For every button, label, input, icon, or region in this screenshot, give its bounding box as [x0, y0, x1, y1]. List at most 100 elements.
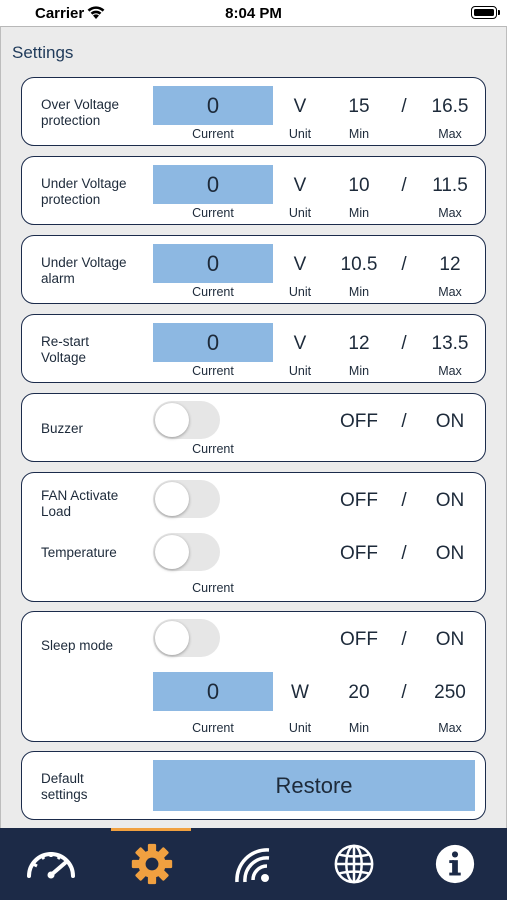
buzzer-on-label: ON: [435, 411, 465, 432]
over-voltage-max: 16.5: [431, 96, 469, 117]
under-voltage-unit: V: [293, 175, 307, 196]
buzzer-separator: /: [401, 411, 407, 432]
unit-caption: Unit: [288, 364, 312, 378]
sleep-mode-max: 250: [434, 682, 466, 703]
under-voltage-max: 11.5: [432, 175, 468, 196]
over-voltage-label: Over Voltage protection: [41, 97, 120, 128]
current-caption: Current: [192, 721, 234, 735]
unit-caption: Unit: [288, 206, 312, 220]
globe-icon: [334, 844, 373, 884]
max-caption: Max: [438, 721, 462, 735]
fan-card: FAN Activate Load OFF / ON Temperature O…: [21, 472, 486, 602]
under-voltage-card: Under Voltage protection 0 V 10 / 11.5 C…: [21, 156, 486, 225]
tab-wireless[interactable]: [202, 828, 303, 900]
max-caption: Max: [438, 285, 462, 299]
buzzer-label: Buzzer: [41, 421, 84, 436]
toggle-knob: [155, 535, 189, 569]
unit-caption: Unit: [288, 285, 312, 299]
signal-icon: [234, 848, 269, 883]
sleep-mode-separator: /: [401, 629, 407, 650]
under-voltage-current-value[interactable]: 0: [153, 165, 273, 204]
under-voltage-min: 10: [348, 175, 370, 196]
current-caption: Current: [192, 581, 234, 595]
under-voltage-separator: /: [401, 175, 407, 196]
sleep-mode-label: Sleep mode: [41, 638, 114, 653]
fan-temperature-separator: /: [401, 543, 407, 564]
under-voltage-alarm-label: Under Voltage alarm: [41, 255, 127, 286]
fan-temperature-on-label: ON: [435, 543, 465, 564]
toggle-knob: [155, 403, 189, 437]
restart-voltage-min: 12: [348, 333, 370, 354]
min-caption: Min: [348, 206, 370, 220]
fan-load-separator: /: [401, 490, 407, 511]
speedometer-icon: [26, 852, 75, 879]
sleep-mode-on-label: ON: [435, 629, 465, 650]
fan-load-off-label: OFF: [340, 490, 378, 511]
restart-voltage-max: 13.5: [431, 333, 469, 354]
current-caption: Current: [192, 285, 234, 299]
sleep-mode-toggle[interactable]: [153, 619, 220, 657]
default-settings-label: Default settings: [41, 771, 88, 802]
under-voltage-alarm-separator: /: [401, 254, 407, 275]
current-caption: Current: [192, 364, 234, 378]
min-caption: Min: [348, 721, 370, 735]
restart-voltage-separator: /: [401, 333, 407, 354]
sleep-mode-off-label: OFF: [340, 629, 378, 650]
under-voltage-alarm-current-value[interactable]: 0: [153, 244, 273, 283]
buzzer-toggle[interactable]: [153, 401, 220, 439]
default-settings-card: Default settings Restore: [21, 751, 486, 820]
restart-voltage-card: Re-start Voltage 0 V 12 / 13.5 Current U…: [21, 314, 486, 383]
fan-temperature-label: Temperature: [41, 545, 117, 560]
fan-load-label: FAN Activate Load: [41, 488, 119, 519]
restore-button[interactable]: Restore: [153, 760, 475, 811]
current-caption: Current: [192, 127, 234, 141]
restart-voltage-unit: V: [293, 333, 307, 354]
fan-temperature-toggle[interactable]: [153, 533, 220, 571]
sleep-mode-unit: W: [291, 682, 309, 703]
buzzer-off-label: OFF: [340, 411, 378, 432]
fan-load-on-label: ON: [435, 490, 465, 511]
current-caption: Current: [192, 442, 234, 456]
under-voltage-alarm-max: 12: [439, 254, 461, 275]
sleep-mode-value-separator: /: [401, 682, 407, 703]
page-title: Settings: [12, 43, 74, 62]
tab-settings[interactable]: [101, 828, 202, 900]
fan-load-toggle[interactable]: [153, 480, 220, 518]
tab-bar: [0, 828, 507, 900]
min-caption: Min: [348, 364, 370, 378]
toggle-knob: [155, 482, 189, 516]
gear-icon: [131, 843, 172, 885]
fan-temperature-off-label: OFF: [340, 543, 378, 564]
over-voltage-min: 15: [348, 96, 370, 117]
battery-icon: [471, 6, 500, 19]
tab-web[interactable]: [303, 828, 404, 900]
toggle-knob: [155, 621, 189, 655]
under-voltage-alarm-unit: V: [293, 254, 307, 275]
restart-voltage-current-value[interactable]: 0: [153, 323, 273, 362]
clock: 8:04 PM: [225, 5, 282, 22]
restart-voltage-label: Re-start Voltage: [41, 334, 90, 365]
tab-info[interactable]: [404, 828, 505, 900]
over-voltage-current-value[interactable]: 0: [153, 86, 273, 125]
sleep-mode-card: Sleep mode OFF / ON 0 W 20 / 250 Current…: [21, 611, 486, 742]
unit-caption: Unit: [288, 127, 312, 141]
sleep-mode-min: 20: [348, 682, 370, 703]
buzzer-card: Buzzer OFF / ON Current: [21, 393, 486, 462]
min-caption: Min: [348, 285, 370, 299]
max-caption: Max: [438, 364, 462, 378]
current-caption: Current: [192, 206, 234, 220]
over-voltage-card: Over Voltage protection 0 V 15 / 16.5 Cu…: [21, 77, 486, 146]
sleep-mode-current-value[interactable]: 0: [153, 672, 273, 711]
unit-caption: Unit: [288, 721, 312, 735]
under-voltage-alarm-min: 10.5: [340, 254, 378, 275]
status-bar: Carrier 8:04 PM: [0, 0, 507, 26]
info-icon: [435, 844, 474, 884]
over-voltage-unit: V: [293, 96, 307, 117]
settings-screen: Settings Over Voltage protection 0 V 15 …: [0, 26, 507, 828]
under-voltage-alarm-card: Under Voltage alarm 0 V 10.5 / 12 Curren…: [21, 235, 486, 304]
max-caption: Max: [438, 127, 462, 141]
min-caption: Min: [348, 127, 370, 141]
max-caption: Max: [438, 206, 462, 220]
over-voltage-separator: /: [401, 96, 407, 117]
tab-gauge[interactable]: [0, 828, 101, 900]
